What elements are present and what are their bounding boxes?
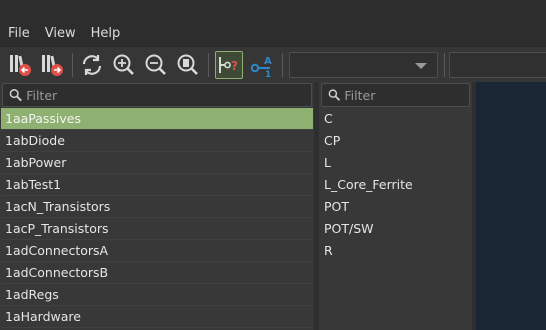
symbol-filter[interactable] <box>321 83 470 107</box>
toolbar-separator <box>72 53 73 77</box>
library-filter[interactable] <box>2 83 312 107</box>
library-item[interactable]: 1aaPassives <box>1 108 313 130</box>
symbol-item[interactable]: L_Core_Ferrite <box>320 174 471 196</box>
zoom-out-icon[interactable] <box>142 51 170 79</box>
toolbar-separator <box>208 53 209 77</box>
symbol-item[interactable]: POT <box>320 196 471 218</box>
library-item[interactable]: 1abPower <box>1 152 313 174</box>
symbol-item[interactable]: CP <box>320 130 471 152</box>
library-item[interactable]: 1aHardware <box>1 306 313 328</box>
library-item[interactable]: 1acP_Transistors <box>1 218 313 240</box>
zoom-fit-icon[interactable] <box>174 51 202 79</box>
library-item[interactable]: 1adConnectorsB <box>1 262 313 284</box>
save-library-icon[interactable] <box>38 51 66 79</box>
svg-text:1: 1 <box>265 70 271 78</box>
symbol-preview-canvas[interactable] <box>476 82 546 330</box>
toolbar-separator <box>444 53 445 77</box>
menu-bar: File View Help <box>0 20 546 46</box>
symbol-item[interactable]: R <box>320 240 471 262</box>
chevron-down-icon <box>415 63 427 69</box>
search-icon <box>9 89 22 102</box>
show-pin-icon[interactable]: ? <box>215 51 243 79</box>
load-library-icon[interactable] <box>6 51 34 79</box>
symbol-list: C CP L L_Core_Ferrite POT POT/SW R <box>320 108 471 330</box>
svg-text:?: ? <box>231 59 238 73</box>
search-icon <box>328 89 341 101</box>
library-item[interactable]: 1adConnectorsA <box>1 240 313 262</box>
toolbar-separator <box>282 53 283 77</box>
library-item[interactable]: 1abDiode <box>1 130 313 152</box>
menu-file[interactable]: File <box>8 26 30 41</box>
symbol-item[interactable]: C <box>320 108 471 130</box>
symbol-item[interactable]: L <box>320 152 471 174</box>
show-unit-icon[interactable]: A 1 <box>248 51 276 79</box>
menu-view[interactable]: View <box>45 26 76 41</box>
symbol-filter-input[interactable] <box>344 87 469 103</box>
symbol-item[interactable]: POT/SW <box>320 218 471 240</box>
symbol-select[interactable] <box>449 52 546 78</box>
symbol-panel: C CP L L_Core_Ferrite POT POT/SW R <box>319 82 472 330</box>
library-item[interactable]: 1adRegs <box>1 284 313 306</box>
svg-text:A: A <box>264 56 272 67</box>
library-item[interactable]: 1abTest1 <box>1 174 313 196</box>
library-filter-input[interactable] <box>26 87 311 103</box>
unit-select[interactable] <box>289 52 438 78</box>
title-bar <box>0 0 546 20</box>
library-item[interactable]: 1acN_Transistors <box>1 196 313 218</box>
library-list: 1aaPassives 1abDiode 1abPower 1abTest1 1… <box>1 108 313 330</box>
library-panel: 1aaPassives 1abDiode 1abPower 1abTest1 1… <box>0 82 314 330</box>
refresh-icon[interactable] <box>78 51 106 79</box>
zoom-in-icon[interactable] <box>110 51 138 79</box>
menu-help[interactable]: Help <box>91 26 121 41</box>
